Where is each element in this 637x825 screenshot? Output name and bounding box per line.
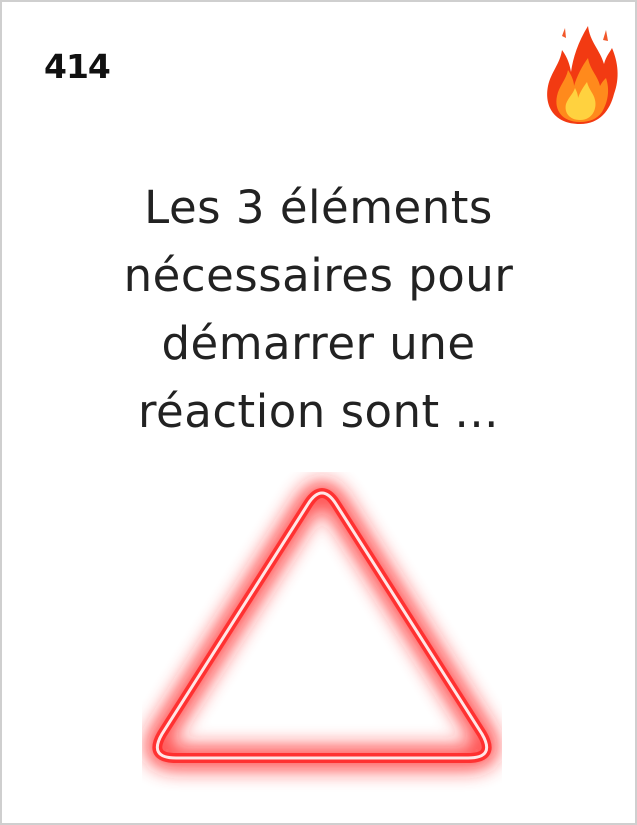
quiz-card: 414 Les 3 éléments nécessaires pour déma… — [0, 0, 637, 825]
fire-icon — [547, 26, 618, 124]
question-text: Les 3 éléments nécessaires pour démarrer… — [123, 181, 514, 438]
card-number: 414 — [44, 47, 111, 86]
fire-triangle-icon — [146, 482, 498, 769]
